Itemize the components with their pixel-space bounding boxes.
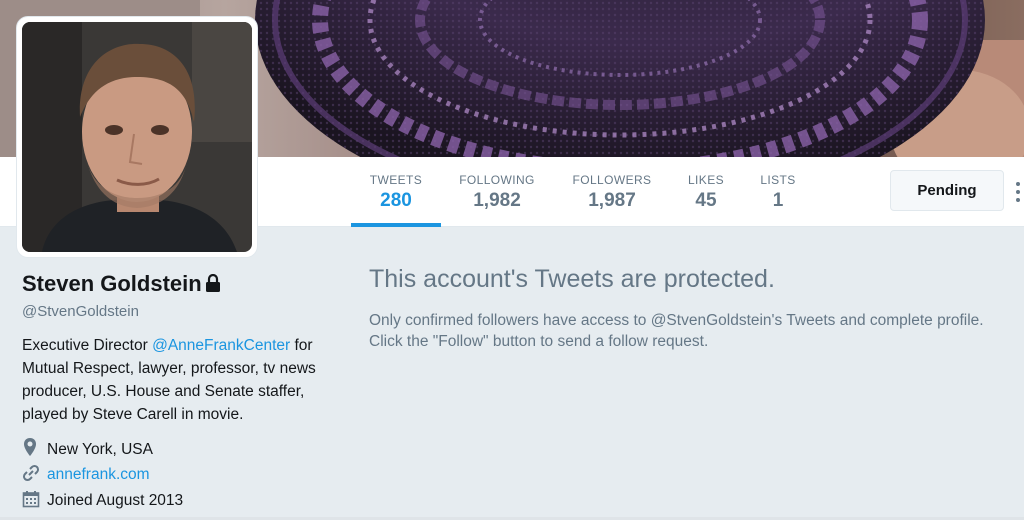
- stat-tweets[interactable]: TWEETS 280: [351, 157, 441, 227]
- profile-name-text: Steven Goldstein: [22, 271, 202, 296]
- stat-lists-count: 1: [772, 190, 784, 211]
- stat-followers[interactable]: FOLLOWERS 1,987: [562, 157, 662, 227]
- stat-followers-label: FOLLOWERS: [572, 173, 652, 187]
- avatar-photo: [22, 22, 252, 252]
- calendar-icon: [22, 490, 42, 515]
- map-pin-icon: [22, 437, 42, 464]
- screen-name-link[interactable]: @StvenGoldstein: [22, 303, 139, 321]
- profile-url-link[interactable]: annefrank.com: [47, 466, 150, 483]
- stat-tweets-count: 280: [380, 190, 412, 211]
- bio-mention-link[interactable]: @AnneFrankCenter: [152, 337, 290, 354]
- link-icon: [22, 464, 42, 489]
- stat-following-count: 1,982: [473, 190, 521, 211]
- protected-notice-title: This account's Tweets are protected.: [369, 265, 775, 293]
- bio-prefix: Executive Director: [22, 337, 153, 354]
- stat-lists[interactable]: LISTS 1: [748, 157, 808, 227]
- profile-url: annefrank.com: [22, 464, 150, 486]
- stat-following[interactable]: FOLLOWING 1,982: [452, 157, 542, 227]
- profile-name: Steven Goldstein: [22, 270, 221, 299]
- location-text: New York, USA: [47, 441, 153, 458]
- stat-tweets-label: TWEETS: [369, 173, 423, 187]
- lock-icon: [205, 271, 221, 299]
- profile-location: New York, USA: [22, 437, 153, 459]
- stat-lists-label: LISTS: [760, 173, 796, 187]
- profile-joined: Joined August 2013: [22, 490, 183, 512]
- stat-likes[interactable]: LIKES 45: [678, 157, 734, 227]
- stat-likes-label: LIKES: [687, 173, 725, 187]
- stat-followers-count: 1,987: [588, 190, 636, 211]
- avatar[interactable]: [16, 16, 258, 258]
- profile-bio: Executive Director @AnneFrankCenter for …: [22, 334, 322, 426]
- protected-notice-text: Only confirmed followers have access to …: [369, 312, 984, 350]
- pending-follow-button[interactable]: Pending: [890, 170, 1004, 211]
- stat-following-label: FOLLOWING: [459, 173, 535, 187]
- stat-likes-count: 45: [695, 190, 717, 211]
- joined-text: Joined August 2013: [47, 492, 184, 509]
- more-vertical-icon[interactable]: [1012, 182, 1024, 208]
